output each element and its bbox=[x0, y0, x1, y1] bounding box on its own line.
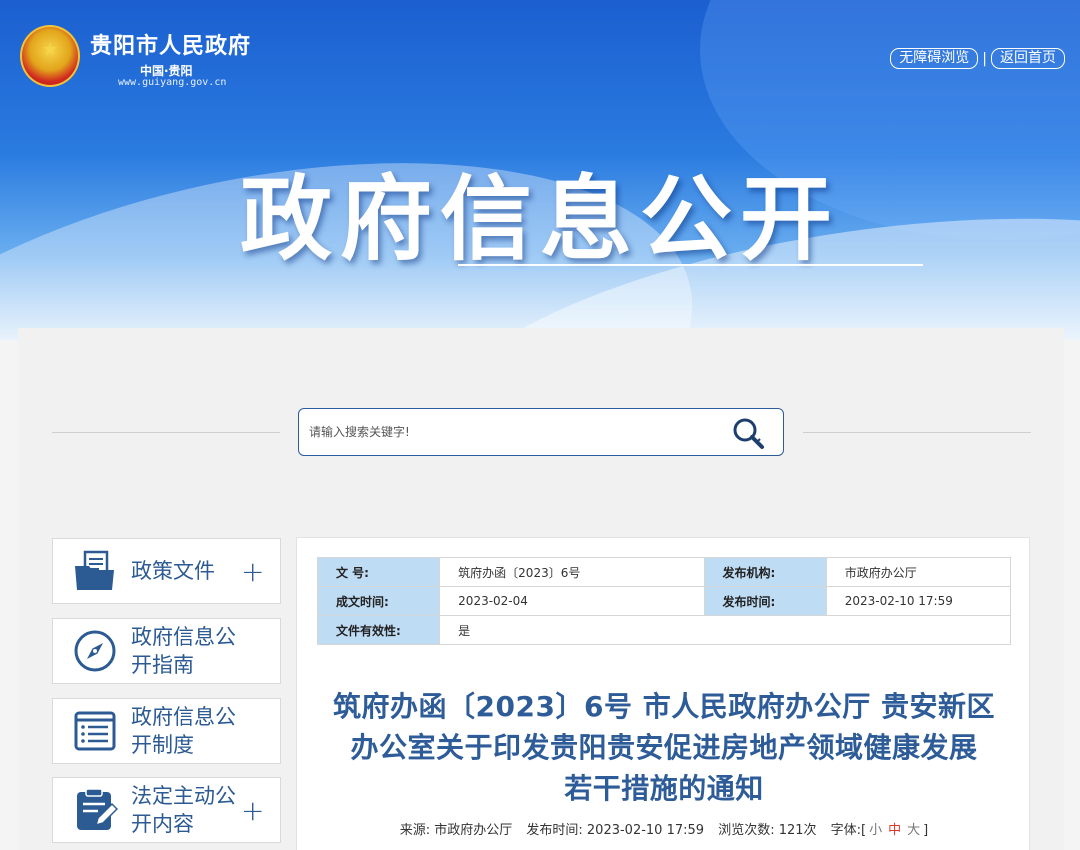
issuing-org-value: 市政府办公厅 bbox=[825, 557, 1012, 587]
search-input[interactable] bbox=[309, 415, 709, 449]
font-size-control: 字体:[小中大] bbox=[831, 823, 929, 838]
created-date-value: 2023-02-04 bbox=[439, 586, 705, 616]
top-links: 无障碍浏览 | 返回首页 bbox=[890, 48, 1065, 69]
divider bbox=[52, 432, 280, 433]
header-banner: ★ 贵阳市人民政府 中国·贵阳 www.guiyang.gov.cn 无障碍浏览… bbox=[0, 0, 1080, 340]
page-title: 政府信息公开 bbox=[239, 166, 840, 273]
doc-number-label: 文 号: bbox=[316, 557, 441, 587]
folder-document-icon bbox=[69, 545, 121, 597]
publish-time-label: 发布时间: bbox=[703, 586, 827, 616]
font-size-large[interactable]: 大 bbox=[907, 823, 920, 838]
font-size-medium[interactable]: 中 bbox=[888, 823, 901, 838]
sidebar-item-policy-documents[interactable]: 政策文件 + bbox=[52, 538, 281, 604]
article-title-line: 办公室关于印发贵阳贵安促进房地产领域健康发展 bbox=[350, 731, 978, 764]
link-separator: | bbox=[982, 50, 987, 67]
national-emblem-icon: ★ bbox=[20, 25, 80, 87]
publish-time-value: 2023-02-10 17:59 bbox=[825, 586, 1012, 616]
expand-icon[interactable]: + bbox=[241, 555, 264, 588]
expand-icon[interactable]: + bbox=[241, 794, 264, 827]
site-name[interactable]: 贵阳市人民政府 bbox=[90, 28, 251, 60]
search-bar bbox=[298, 408, 784, 456]
home-link[interactable]: 返回首页 bbox=[991, 48, 1065, 69]
sidebar-item-label: 政策文件 bbox=[131, 559, 215, 583]
site-url: www.guiyang.gov.cn bbox=[118, 77, 227, 88]
sidebar-item-label: 政府信息公开指南 bbox=[131, 625, 236, 677]
sidebar-item-disclosure-guide[interactable]: 政府信息公开指南 bbox=[52, 618, 281, 684]
sidebar-item-disclosure-system[interactable]: 政府信息公开制度 bbox=[52, 698, 281, 764]
search-icon bbox=[733, 418, 764, 449]
issuing-org-label: 发布机构: bbox=[703, 557, 827, 587]
sidebar-item-label: 法定主动公开内容 bbox=[131, 784, 236, 836]
article-panel: 文 号: 筑府办函〔2023〕6号 发布机构: 市政府办公厅 成文时间: 202… bbox=[296, 537, 1030, 850]
article-title: 筑府办函〔2023〕6号 市人民政府办公厅 贵安新区 办公室关于印发贵阳贵安促进… bbox=[309, 686, 1019, 809]
font-size-label: 字体:[ bbox=[830, 823, 867, 838]
article-title-line: 若干措施的通知 bbox=[564, 772, 764, 805]
article-source: 来源: 市政府办公厅 bbox=[399, 823, 513, 838]
article-views: 浏览次数: 121次 bbox=[718, 823, 817, 838]
table-row: 文件有效性: 是 bbox=[316, 615, 1011, 645]
validity-value: 是 bbox=[439, 615, 1011, 645]
search-button[interactable] bbox=[729, 415, 769, 451]
validity-label: 文件有效性: bbox=[316, 615, 441, 645]
table-row: 成文时间: 2023-02-04 发布时间: 2023-02-10 17:59 bbox=[316, 586, 1012, 616]
table-row: 文 号: 筑府办函〔2023〕6号 发布机构: 市政府办公厅 bbox=[316, 557, 1012, 587]
sidebar-item-mandatory-disclosure[interactable]: 法定主动公开内容 + bbox=[52, 777, 281, 843]
doc-number-value: 筑府办函〔2023〕6号 bbox=[439, 557, 705, 587]
divider bbox=[803, 432, 1031, 433]
clipboard-edit-icon bbox=[69, 784, 121, 836]
list-document-icon bbox=[69, 705, 121, 757]
created-date-label: 成文时间: bbox=[316, 586, 441, 616]
sidebar-item-label: 政府信息公开制度 bbox=[131, 705, 236, 757]
title-underline bbox=[458, 264, 923, 266]
document-meta-table: 文 号: 筑府办函〔2023〕6号 发布机构: 市政府办公厅 成文时间: 202… bbox=[316, 557, 1012, 645]
article-publish-time: 发布时间: 2023-02-10 17:59 bbox=[526, 823, 705, 838]
font-size-close: ] bbox=[923, 823, 929, 838]
article-title-line: 筑府办函〔2023〕6号 市人民政府办公厅 贵安新区 bbox=[333, 690, 995, 723]
font-size-small[interactable]: 小 bbox=[869, 823, 882, 838]
compass-icon bbox=[69, 625, 121, 677]
accessibility-link[interactable]: 无障碍浏览 bbox=[890, 48, 979, 69]
article-info: 来源: 市政府办公厅 发布时间: 2023-02-10 17:59 浏览次数: … bbox=[297, 819, 1031, 838]
